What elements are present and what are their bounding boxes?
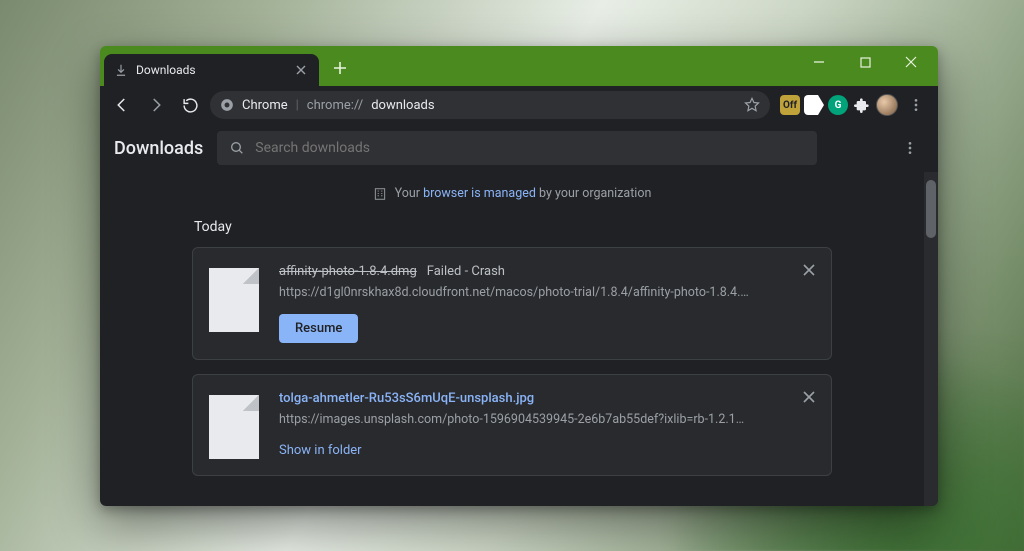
remove-download-button[interactable] bbox=[799, 260, 819, 280]
titlebar: Downloads bbox=[100, 46, 938, 86]
tab-title: Downloads bbox=[136, 63, 196, 77]
minimize-button[interactable] bbox=[796, 46, 842, 78]
download-item: tolga-ahmetler-Ru53sS6mUqE-unsplash.jpg … bbox=[192, 374, 832, 476]
extension-tag-icon[interactable] bbox=[804, 95, 824, 115]
chrome-logo-icon bbox=[220, 98, 234, 112]
scrollbar-thumb[interactable] bbox=[926, 180, 936, 238]
resume-button[interactable]: Resume bbox=[279, 314, 358, 343]
managed-link[interactable]: browser is managed bbox=[423, 186, 536, 201]
browser-tab[interactable]: Downloads bbox=[104, 54, 319, 86]
profile-avatar[interactable] bbox=[876, 94, 898, 116]
forward-button[interactable] bbox=[142, 91, 170, 119]
page-content: Downloads Your browser is managed by you… bbox=[100, 124, 938, 506]
star-icon[interactable] bbox=[744, 97, 760, 113]
scrollbar[interactable] bbox=[924, 172, 938, 506]
extensions-row: Off G bbox=[776, 91, 930, 119]
extension-off-badge[interactable]: Off bbox=[780, 95, 800, 115]
download-filename[interactable]: tolga-ahmetler-Ru53sS6mUqE-unsplash.jpg bbox=[279, 391, 534, 406]
section-today: Today bbox=[194, 219, 832, 235]
scroll-area: Your browser is managed by your organiza… bbox=[100, 172, 938, 506]
omnibox-product: Chrome bbox=[242, 98, 288, 113]
omnibox-url-path: downloads bbox=[371, 98, 434, 113]
tab-close-button[interactable] bbox=[293, 62, 309, 78]
search-downloads[interactable] bbox=[217, 131, 817, 165]
download-status: Failed - Crash bbox=[427, 264, 505, 279]
maximize-button[interactable] bbox=[842, 46, 888, 78]
toolbar-row: Chrome | chrome://downloads Off G bbox=[100, 86, 938, 124]
building-icon bbox=[373, 187, 387, 201]
download-url: https://images.unsplash.com/photo-159690… bbox=[279, 412, 749, 427]
file-thumbnail bbox=[209, 395, 259, 459]
downloads-menu-button[interactable] bbox=[896, 134, 924, 162]
page-title: Downloads bbox=[114, 138, 203, 159]
search-input[interactable] bbox=[255, 140, 805, 156]
remove-download-button[interactable] bbox=[799, 387, 819, 407]
search-icon bbox=[229, 140, 245, 156]
extensions-menu-button[interactable] bbox=[852, 95, 872, 115]
download-url: https://d1gl0nrskhax8d.cloudfront.net/ma… bbox=[279, 285, 749, 300]
download-filename: affinity-photo-1.8.4.dmg bbox=[279, 264, 417, 279]
browser-window: Downloads Chrome | chrome://downloads bbox=[100, 46, 938, 506]
omnibox-url-scheme: chrome:// bbox=[307, 98, 363, 113]
new-tab-button[interactable] bbox=[328, 56, 352, 80]
close-window-button[interactable] bbox=[888, 46, 934, 78]
download-icon bbox=[114, 63, 128, 77]
download-item: affinity-photo-1.8.4.dmg Failed - Crash … bbox=[192, 247, 832, 360]
file-thumbnail bbox=[209, 268, 259, 332]
extension-grammarly-icon[interactable]: G bbox=[828, 95, 848, 115]
address-bar[interactable]: Chrome | chrome://downloads bbox=[210, 91, 770, 119]
window-controls bbox=[796, 46, 934, 78]
browser-menu-button[interactable] bbox=[902, 91, 930, 119]
back-button[interactable] bbox=[108, 91, 136, 119]
show-in-folder-link[interactable]: Show in folder bbox=[279, 443, 362, 458]
reload-button[interactable] bbox=[176, 91, 204, 119]
downloads-toolbar: Downloads bbox=[100, 124, 938, 172]
managed-banner: Your browser is managed by your organiza… bbox=[192, 172, 832, 219]
